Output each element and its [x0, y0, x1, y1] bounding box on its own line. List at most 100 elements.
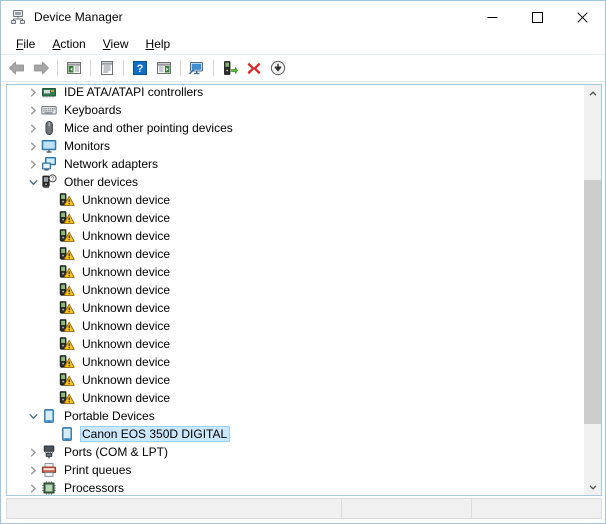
close-icon [577, 11, 588, 23]
tree-row[interactable]: ? Other devices [7, 173, 584, 191]
tree-row[interactable]: Monitors [7, 137, 584, 155]
tree-row-label: Portable Devices [64, 409, 155, 423]
tree-row[interactable]: Unknown device [7, 209, 584, 227]
menu-item-file[interactable]: File [8, 36, 44, 52]
properties-button[interactable] [95, 57, 119, 79]
unknown-device-warning-icon [59, 210, 75, 226]
disable-device-icon [270, 60, 286, 76]
tree-row[interactable]: Unknown device [7, 227, 584, 245]
tree-row-label: Unknown device [82, 265, 171, 279]
tree-row[interactable]: Unknown device [7, 299, 584, 317]
show-hide-console-tree-button[interactable] [62, 57, 86, 79]
forward-button[interactable] [29, 57, 53, 79]
chevron-right-icon[interactable] [25, 462, 41, 478]
tree-row[interactable]: Unknown device [7, 353, 584, 371]
menu-item-help[interactable]: Help [138, 36, 180, 52]
tree-row-label: Unknown device [82, 373, 171, 387]
portable-device-icon [41, 408, 57, 424]
chevron-right-icon[interactable] [25, 480, 41, 495]
tree-row-label: Print queues [64, 463, 132, 477]
back-icon [9, 61, 24, 75]
chevron-down-icon [589, 484, 596, 490]
maximize-icon [532, 11, 543, 23]
tree-row[interactable]: Print queues [7, 461, 584, 479]
chevron-right-icon[interactable] [25, 138, 41, 154]
mouse-icon [41, 120, 57, 136]
help-button[interactable]: ? [128, 57, 152, 79]
chevron-right-icon[interactable] [25, 102, 41, 118]
chevron-down-icon[interactable] [25, 408, 41, 424]
disable-device-button[interactable] [266, 57, 290, 79]
chevron-right-icon[interactable] [25, 120, 41, 136]
tree-row-label: Other devices [64, 175, 139, 189]
tree-row[interactable]: Unknown device [7, 245, 584, 263]
toolbar-separator-5 [213, 60, 214, 76]
monitor-icon [41, 138, 57, 154]
close-button[interactable] [560, 1, 605, 33]
minimize-button[interactable] [470, 1, 515, 33]
tree-row[interactable]: Unknown device [7, 389, 584, 407]
unknown-device-warning-icon [59, 354, 75, 370]
tree-row[interactable]: Network adapters [7, 155, 584, 173]
svg-text:?: ? [137, 63, 144, 75]
title-bar: Device Manager [1, 1, 605, 33]
menu-item-action[interactable]: Action [44, 36, 94, 52]
tree-row[interactable]: Unknown device [7, 281, 584, 299]
menu-bar: File Action View Help [1, 33, 605, 54]
tree-row-label: Network adapters [64, 157, 159, 171]
chevron-right-icon[interactable] [25, 444, 41, 460]
window-title: Device Manager [34, 10, 123, 24]
toolbar-separator-1 [57, 60, 58, 76]
tree-row[interactable]: Keyboards [7, 101, 584, 119]
tree-row[interactable]: Unknown device [7, 263, 584, 281]
device-manager-window: Device Manager File Action View Help ? I… [0, 0, 606, 524]
scroll-down-button[interactable] [584, 478, 601, 495]
menu-item-view[interactable]: View [95, 36, 138, 52]
chevron-right-icon[interactable] [25, 156, 41, 172]
tree-row[interactable]: Canon EOS 350D DIGITAL [7, 425, 584, 443]
vertical-scrollbar[interactable] [583, 85, 601, 495]
back-button[interactable] [5, 57, 29, 79]
tree-row[interactable]: Unknown device [7, 317, 584, 335]
status-bar-main-pane [7, 499, 341, 518]
tree-row[interactable]: Portable Devices [7, 407, 584, 425]
processor-icon [41, 480, 57, 495]
tree-row-label: Unknown device [82, 391, 171, 405]
minimize-icon [487, 16, 498, 18]
device-tree: IDE ATA/ATAPI controllers Keyboards Mice a… [7, 85, 584, 495]
toolbar-separator-4 [180, 60, 181, 76]
caption-button-group [470, 1, 605, 33]
keyboard-icon [41, 102, 57, 118]
ports-icon [41, 444, 57, 460]
device-tree-scroll-area: IDE ATA/ATAPI controllers Keyboards Mice a… [7, 85, 584, 495]
status-bar-pane-3 [471, 499, 601, 518]
scroll-up-button[interactable] [584, 85, 601, 102]
tree-row-label: Canon EOS 350D DIGITAL [80, 426, 231, 442]
tree-row[interactable]: Processors [7, 479, 584, 495]
maximize-button[interactable] [515, 1, 560, 33]
show-hide-action-pane-button[interactable] [152, 57, 176, 79]
chevron-down-icon[interactable] [25, 174, 41, 190]
unknown-device-warning-icon [59, 228, 75, 244]
tree-row-label: Keyboards [64, 103, 122, 117]
toolbar-separator-2 [90, 60, 91, 76]
update-driver-button[interactable] [218, 57, 242, 79]
tree-row[interactable]: Unknown device [7, 335, 584, 353]
tree-row[interactable]: Mice and other pointing devices [7, 119, 584, 137]
update-driver-icon [224, 61, 238, 75]
scan-for-hardware-changes-icon [188, 62, 203, 75]
tree-row-label: Unknown device [82, 319, 171, 333]
tree-row[interactable]: Unknown device [7, 371, 584, 389]
tree-row[interactable]: Unknown device [7, 191, 584, 209]
scan-for-hardware-changes-button[interactable] [185, 57, 209, 79]
tree-row[interactable]: IDE ATA/ATAPI controllers [7, 85, 584, 101]
scrollbar-thumb[interactable] [584, 180, 601, 424]
chevron-right-icon[interactable] [25, 85, 41, 100]
unknown-device-warning-icon [59, 390, 75, 406]
unknown-device-warning-icon [59, 318, 75, 334]
uninstall-device-button[interactable] [242, 57, 266, 79]
other-devices-icon: ? [41, 174, 57, 190]
tree-row[interactable]: Ports (COM & LPT) [7, 443, 584, 461]
unknown-device-warning-icon [59, 372, 75, 388]
device-manager-icon [10, 9, 26, 25]
